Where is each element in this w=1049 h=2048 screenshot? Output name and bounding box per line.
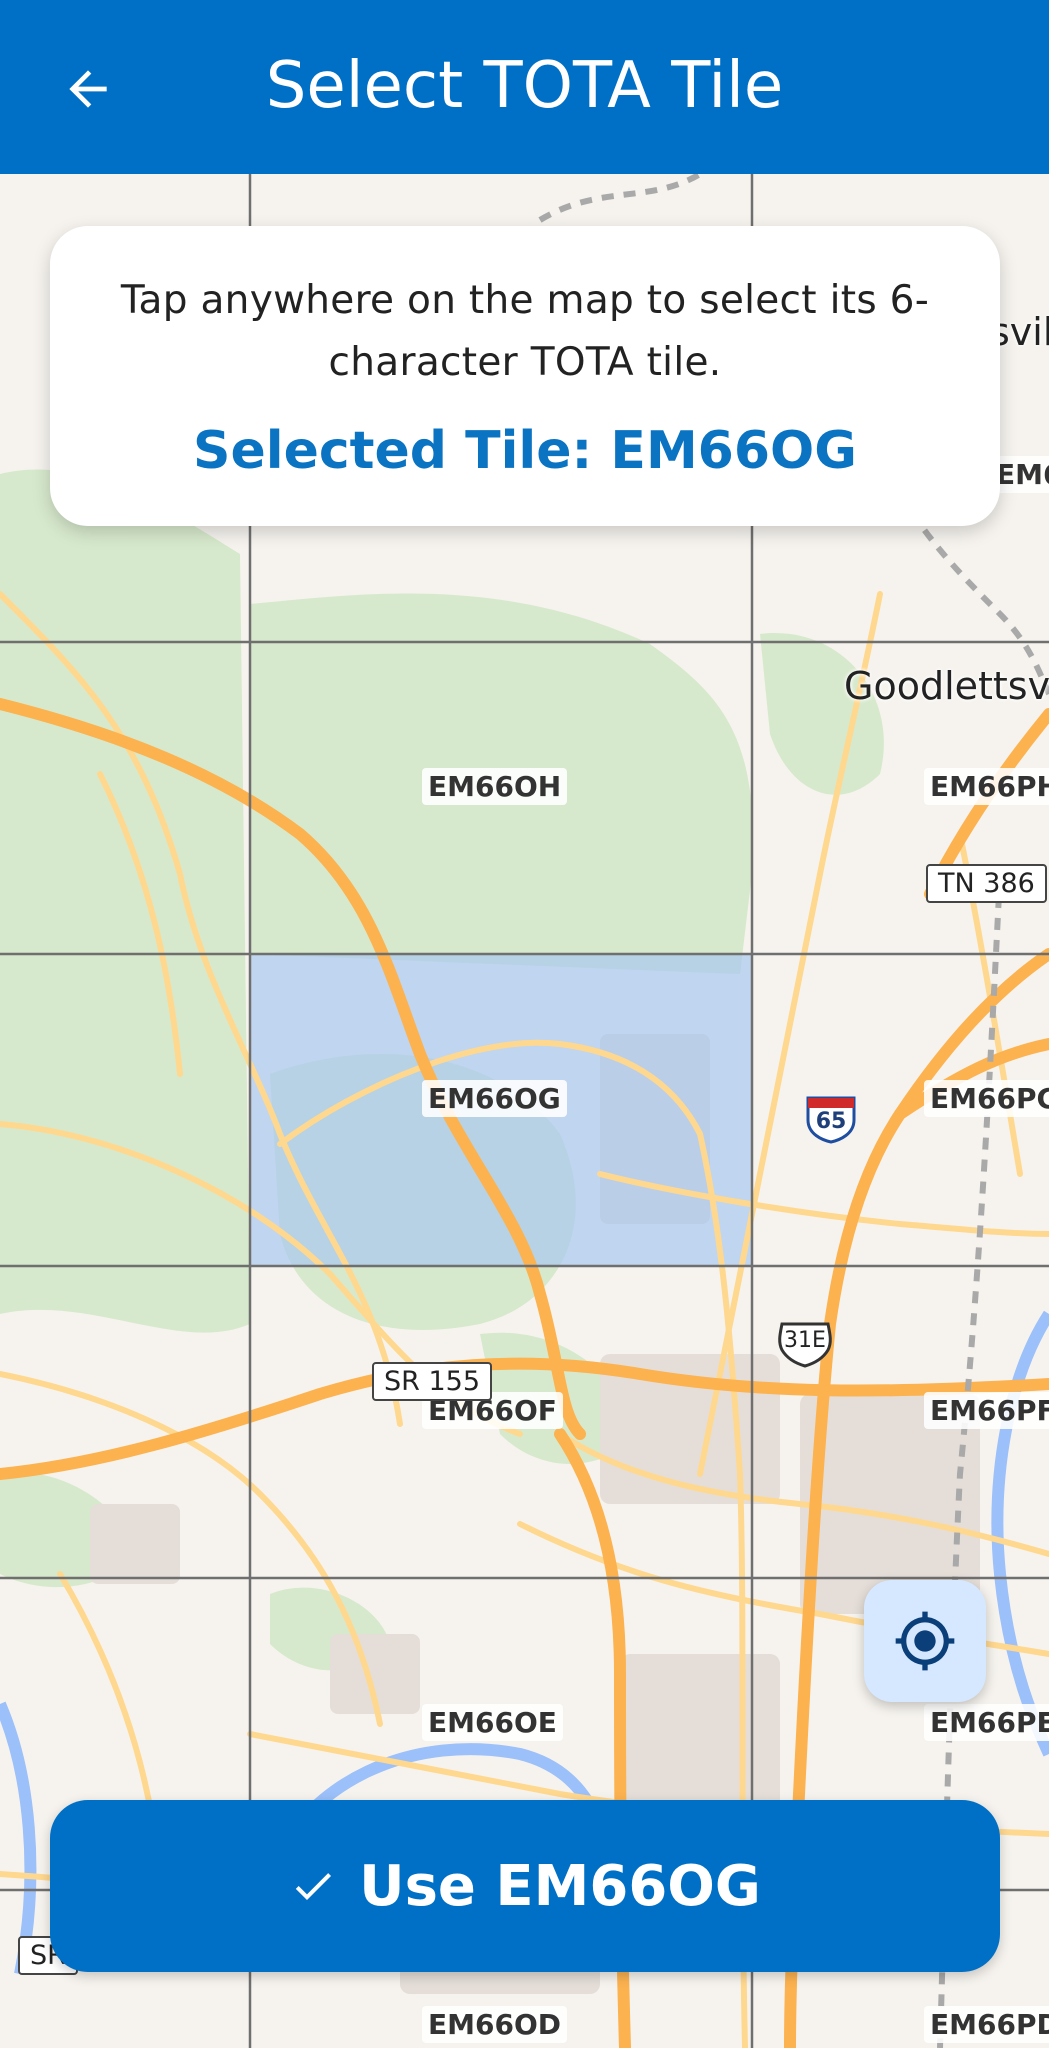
tile-label-em66od: EM66OD (422, 2006, 567, 2043)
instructions-text: Tap anywhere on the map to select its 6-… (120, 278, 930, 385)
us-31e-shield: 31E (776, 1320, 834, 1368)
tile-label-em66pd: EM66PD (924, 2006, 1049, 2043)
check-icon (295, 1873, 332, 1900)
tile-label-em66ph: EM66PH (924, 768, 1049, 805)
app-bar: Select TOTA Tile (0, 0, 1049, 174)
tile-label-em66oh: EM66OH (422, 768, 568, 805)
road-shield-sr155: SR 155 (372, 1362, 493, 1401)
my-location-button[interactable] (864, 1580, 986, 1702)
interstate-65-label: 65 (815, 1109, 847, 1134)
us-31e-label: 31E (784, 1328, 826, 1353)
info-card: Tap anywhere on the map to select its 6-… (50, 226, 1000, 526)
selected-tile-text: Selected Tile: EM66OG (193, 421, 857, 481)
tile-label-em66pf: EM66PF (924, 1392, 1049, 1429)
tile-label-em66og: EM66OG (422, 1080, 567, 1117)
tile-label-em66pg: EM66PG (924, 1080, 1049, 1117)
use-tile-button[interactable]: Use EM66OG (50, 1800, 1000, 1972)
tile-label-em66oe: EM66OE (422, 1704, 563, 1741)
use-tile-label: Use EM66OG (359, 1853, 761, 1919)
interstate-65-shield: 65 (804, 1094, 858, 1144)
tile-label-em66pe: EM66PE (924, 1704, 1049, 1741)
road-shield-tn386: TN 386 (926, 864, 1047, 903)
place-label-goodlettsville: Goodlettsville (844, 664, 1049, 708)
my-location-icon (895, 1611, 955, 1671)
page-title: Select TOTA Tile (265, 49, 784, 123)
